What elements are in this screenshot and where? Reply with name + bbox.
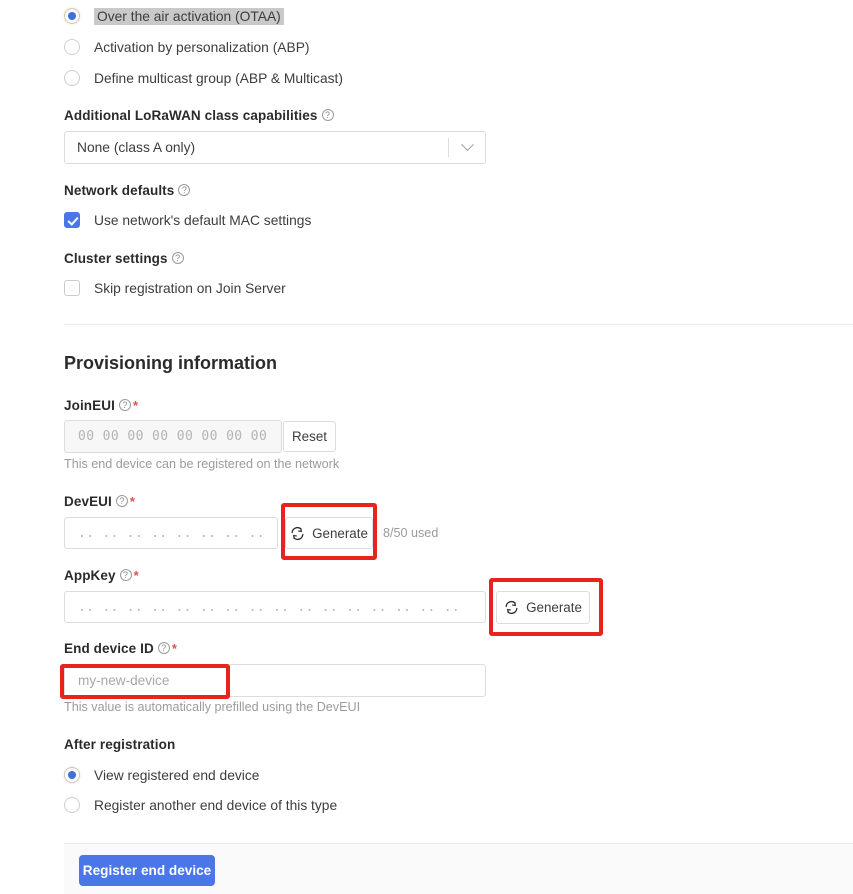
radio-option-view-registered-device[interactable]: View registered end device [64, 767, 259, 783]
register-end-device-button[interactable]: Register end device [79, 855, 215, 886]
radio-indicator-multicast[interactable] [64, 70, 80, 86]
class-capabilities-selected-value: None (class A only) [77, 140, 196, 155]
end-device-id-input[interactable]: my-new-device [64, 664, 486, 697]
refresh-icon [291, 526, 304, 540]
radio-label-register-another-device: Register another end device of this type [94, 797, 338, 813]
checkbox-label-skip-join-server: Skip registration on Join Server [94, 280, 286, 296]
app-key-placeholder: .. .. .. .. .. .. .. .. .. .. .. .. .. .… [78, 599, 460, 615]
checkbox-use-default-mac-settings[interactable]: Use network's default MAC settings [64, 212, 311, 228]
app-key-label: AppKey* [64, 568, 139, 583]
radio-label-view-registered-device: View registered end device [94, 767, 260, 783]
radio-indicator-register-another-device[interactable] [64, 797, 80, 813]
join-eui-label: JoinEUI* [64, 398, 138, 413]
end-device-id-hint: This value is automatically prefilled us… [64, 700, 361, 714]
radio-option-register-another-device[interactable]: Register another end device of this type [64, 797, 337, 813]
help-icon-app-key[interactable] [119, 569, 132, 581]
required-marker-app-key: * [133, 568, 139, 583]
required-marker-end-device-id: * [171, 641, 177, 656]
join-eui-hint: This end device can be registered on the… [64, 457, 340, 471]
help-icon-cluster-settings[interactable] [171, 252, 184, 264]
app-key-generate-label: Generate [526, 600, 582, 615]
chevron-down-icon[interactable] [449, 138, 485, 152]
dev-eui-usage-count: 8/50 used [383, 526, 439, 540]
class-capabilities-select[interactable]: None (class A only) [64, 131, 486, 164]
dev-eui-generate-label: Generate [312, 525, 368, 541]
checkbox-indicator-skip-join-server[interactable] [64, 280, 80, 296]
help-icon-end-device-id[interactable] [157, 642, 170, 654]
dev-eui-generate-button[interactable]: Generate [285, 517, 373, 549]
radio-label-otaa: Over the air activation (OTAA) [94, 7, 284, 25]
network-defaults-label: Network defaults [64, 183, 191, 198]
dev-eui-label: DevEUI* [64, 494, 135, 509]
required-marker-join-eui: * [132, 398, 139, 413]
radio-indicator-otaa[interactable] [64, 8, 80, 24]
join-eui-input[interactable]: 00 00 00 00 00 00 00 00 [64, 420, 282, 453]
class-capabilities-label: Additional LoRaWAN class capabilities [64, 108, 334, 123]
dev-eui-input[interactable]: .. .. .. .. .. .. .. .. [64, 517, 278, 549]
radio-option-abp[interactable]: Activation by personalization (ABP) [64, 39, 310, 55]
register-end-device-label: Register end device [82, 863, 212, 878]
checkbox-skip-join-server-registration[interactable]: Skip registration on Join Server [64, 280, 286, 296]
join-eui-value: 00 00 00 00 00 00 00 00 [78, 429, 268, 444]
provisioning-heading: Provisioning information [64, 353, 278, 373]
help-icon-dev-eui[interactable] [115, 495, 128, 507]
radio-option-otaa[interactable]: Over the air activation (OTAA) [64, 7, 284, 25]
cluster-settings-label: Cluster settings [64, 251, 184, 266]
radio-label-abp: Activation by personalization (ABP) [94, 39, 310, 55]
dev-eui-placeholder: .. .. .. .. .. .. .. .. [78, 525, 265, 541]
radio-indicator-view-registered-device[interactable] [64, 767, 80, 783]
required-marker-dev-eui: * [129, 494, 136, 509]
radio-option-multicast[interactable]: Define multicast group (ABP & Multicast) [64, 70, 343, 86]
end-device-id-label: End device ID* [64, 641, 177, 656]
app-key-generate-button[interactable]: Generate [496, 591, 590, 624]
end-device-registration-form: Over the air activation (OTAA) Activatio… [0, 0, 853, 894]
refresh-icon [505, 601, 518, 614]
help-icon-class-capabilities[interactable] [321, 109, 334, 121]
end-device-id-placeholder: my-new-device [78, 673, 170, 688]
help-icon-join-eui[interactable] [118, 399, 131, 411]
checkbox-label-mac-settings: Use network's default MAC settings [94, 212, 312, 228]
join-eui-reset-label: Reset [292, 429, 327, 444]
section-divider [64, 324, 853, 325]
after-registration-label: After registration [64, 737, 176, 752]
checkbox-indicator-mac-settings[interactable] [64, 212, 80, 228]
radio-label-multicast: Define multicast group (ABP & Multicast) [94, 70, 343, 86]
help-icon-network-defaults[interactable] [178, 184, 191, 196]
app-key-input[interactable]: .. .. .. .. .. .. .. .. .. .. .. .. .. .… [64, 591, 486, 623]
join-eui-reset-button[interactable]: Reset [283, 421, 336, 452]
radio-indicator-abp[interactable] [64, 39, 80, 55]
